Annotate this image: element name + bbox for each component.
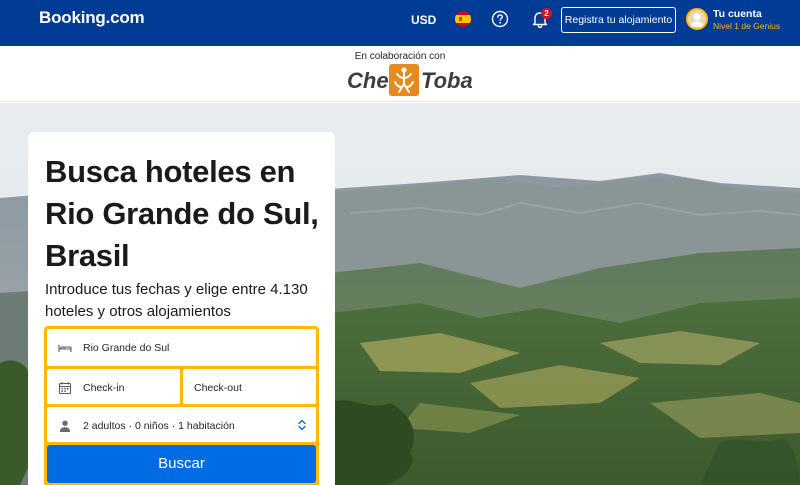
search-button[interactable]: Buscar <box>47 445 316 483</box>
chevron-up-down-icon <box>297 418 307 432</box>
partner-logo-text-right: Toba <box>421 68 473 93</box>
help-circle-icon[interactable] <box>491 10 509 28</box>
partner-banner: En colaboración con Che Toba <box>0 46 800 102</box>
destination-value: Rio Grande do Sul <box>83 342 170 354</box>
occupancy-selector[interactable]: 2 adultos · 0 niños · 1 habitación <box>47 407 316 442</box>
checkin-field[interactable]: Check-in <box>47 369 180 404</box>
register-property-button[interactable]: Registra tu alojamiento <box>561 7 676 33</box>
occupancy-summary: 2 adultos · 0 niños · 1 habitación <box>83 420 235 432</box>
partner-label: En colaboración con <box>354 51 446 62</box>
avatar[interactable] <box>686 8 708 30</box>
checkout-placeholder: Check-out <box>194 382 242 394</box>
checkin-placeholder: Check-in <box>83 382 125 394</box>
account-title[interactable]: Tu cuenta <box>713 8 762 20</box>
genius-level-label: Nivel 1 de Genius <box>713 21 781 31</box>
partner-logo-text-left: Che <box>347 68 389 93</box>
notification-count-badge: 2 <box>541 8 552 19</box>
bed-icon <box>58 341 72 355</box>
spain-flag-icon[interactable] <box>455 11 471 27</box>
destination-field[interactable]: Rio Grande do Sul <box>47 329 316 366</box>
person-icon <box>58 419 72 433</box>
page-title: Busca hoteles en Rio Grande do Sul, Bras… <box>45 154 319 273</box>
page-subtitle: Introduce tus fechas y elige entre 4.130… <box>45 281 308 320</box>
partner-logo: Che Toba <box>347 64 473 98</box>
currency-selector[interactable]: USD <box>411 13 436 27</box>
partner-logo-mark-icon <box>389 64 419 96</box>
checkout-field[interactable]: Check-out <box>183 369 316 404</box>
booking-logo[interactable]: Booking.com <box>39 8 145 28</box>
top-navigation-bar: Booking.com USD 2 Registra tu alojamient… <box>0 0 800 46</box>
calendar-icon <box>58 381 72 395</box>
